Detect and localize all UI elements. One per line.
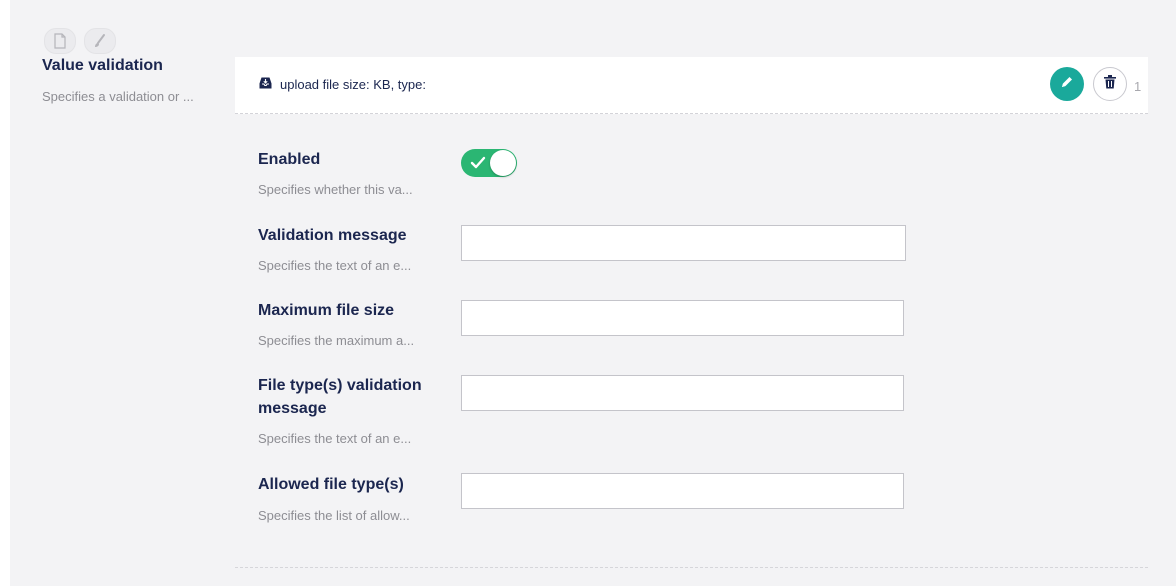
allowed-file-types-label: Allowed file type(s) xyxy=(258,476,404,493)
block-count: 1 xyxy=(1134,79,1142,94)
validation-block-header[interactable]: upload file size: KB, type: 1 xyxy=(235,57,1148,114)
section-divider xyxy=(235,567,1148,568)
validation-message-input[interactable] xyxy=(461,225,906,261)
delete-button[interactable] xyxy=(1093,67,1127,101)
property-title: Value validation xyxy=(42,57,163,74)
max-file-size-label: Maximum file size xyxy=(258,302,395,319)
enabled-label: Enabled xyxy=(258,151,321,168)
allowed-file-types-input[interactable] xyxy=(461,473,904,509)
enabled-description: Specifies whether this va... xyxy=(258,182,413,197)
block-summary-label: upload file size: KB, type: xyxy=(280,77,426,92)
document-icon[interactable] xyxy=(44,28,76,54)
validation-message-label: Validation message xyxy=(258,227,407,244)
max-file-size-description: Specifies the maximum a... xyxy=(258,333,415,348)
file-type-message-input[interactable] xyxy=(461,375,904,411)
property-description: Specifies a validation or ... xyxy=(42,89,194,104)
file-type-message-description: Specifies the text of an e... xyxy=(258,431,412,446)
enabled-toggle[interactable] xyxy=(461,149,517,177)
property-toolbar xyxy=(44,28,116,54)
validation-message-description: Specifies the text of an e... xyxy=(258,258,412,273)
edit-button[interactable] xyxy=(1050,67,1084,101)
allowed-file-types-description: Specifies the list of allow... xyxy=(258,508,410,523)
file-type-message-label: File type(s) validation message xyxy=(258,377,422,417)
trash-icon xyxy=(1103,74,1117,95)
block-label-group: upload file size: KB, type: xyxy=(258,76,426,93)
brush-icon[interactable] xyxy=(84,28,116,54)
max-file-size-input[interactable] xyxy=(461,300,904,336)
checkmark-icon xyxy=(470,156,486,175)
upload-tray-icon xyxy=(258,76,273,93)
pencil-icon xyxy=(1059,74,1075,95)
toggle-knob xyxy=(490,150,516,176)
